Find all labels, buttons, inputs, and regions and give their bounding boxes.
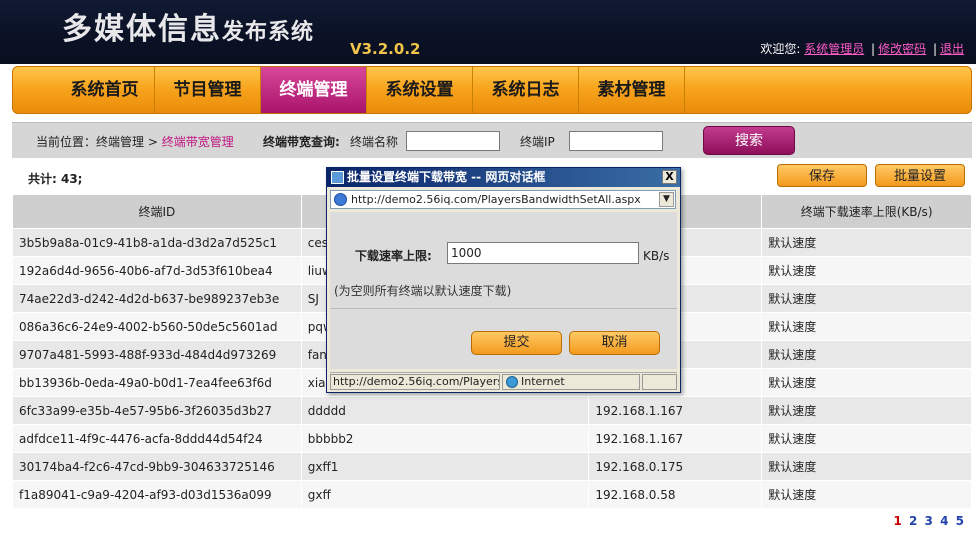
divider bbox=[330, 308, 677, 309]
table-row: 30174ba4-f2c6-47cd-9bb9-304633725146 gxf… bbox=[12, 452, 972, 481]
dialog-url: http://demo2.56iq.com/PlayersBandwidthSe… bbox=[351, 193, 641, 206]
cell-name: bbbbb2 bbox=[300, 424, 590, 453]
cell-id: f1a89041-c9a9-4204-af93-d03d1536a099 bbox=[12, 480, 302, 509]
app-logo-title: 多媒体信息发布系统 bbox=[62, 4, 314, 48]
dialog-title-bar[interactable]: 批量设置终端下载带宽 -- 网页对话框 X bbox=[327, 168, 680, 187]
cell-rate[interactable]: 默认速度 bbox=[761, 312, 972, 341]
cancel-button[interactable]: 取消 bbox=[569, 331, 660, 355]
dialog-address-bar[interactable]: http://demo2.56iq.com/PlayersBandwidthSe… bbox=[330, 190, 676, 209]
user-link[interactable]: 系统管理员 bbox=[804, 42, 864, 56]
query-label: 终端带宽查询: bbox=[263, 135, 340, 149]
cell-ip: 192.168.0.175 bbox=[588, 452, 763, 481]
cell-id: 74ae22d3-d242-4d2d-b637-be989237eb3e bbox=[12, 284, 302, 313]
globe-icon bbox=[506, 376, 518, 388]
ie-page-icon bbox=[334, 193, 347, 206]
dialog-body: 下载速率上限: 1000 KB/s (为空则所有终端以默认速度下载) 提交 取消 bbox=[330, 212, 677, 369]
cell-name: gxff bbox=[300, 480, 590, 509]
total-count: 共计: 43; bbox=[28, 172, 83, 186]
cell-ip: 192.168.1.167 bbox=[588, 396, 763, 425]
cell-rate[interactable]: 默认速度 bbox=[761, 284, 972, 313]
close-icon[interactable]: X bbox=[662, 170, 677, 184]
zone-label: Internet bbox=[521, 375, 565, 388]
cell-rate[interactable]: 默认速度 bbox=[761, 480, 972, 509]
rate-limit-input[interactable]: 1000 bbox=[447, 242, 639, 264]
col-terminal-id: 终端ID bbox=[12, 194, 302, 229]
search-button[interactable]: 搜索 bbox=[703, 126, 795, 155]
status-url: http://demo2.56iq.com/PlayersBar bbox=[330, 374, 500, 390]
nav-item-materials[interactable]: 素材管理 bbox=[579, 67, 685, 113]
main-nav: 系统首页 节目管理 终端管理 系统设置 系统日志 素材管理 bbox=[12, 66, 972, 114]
terminal-ip-label: 终端IP bbox=[520, 135, 555, 149]
status-empty-pane bbox=[642, 374, 677, 390]
cell-rate[interactable]: 默认速度 bbox=[761, 368, 972, 397]
cell-id: 192a6d4d-9656-40b6-af7d-3d53f610bea4 bbox=[12, 256, 302, 285]
page-link-2[interactable]: 2 bbox=[909, 514, 917, 528]
rate-limit-label: 下载速率上限: bbox=[355, 249, 432, 263]
breadcrumb: 当前位置：终端管理 > 终端带宽管理 bbox=[36, 133, 234, 150]
logo-title-main: 多媒体信息 bbox=[62, 12, 222, 47]
cell-id: bb13936b-0eda-49a0-b0d1-7ea4fee63f6d bbox=[12, 368, 302, 397]
page-link-1[interactable]: 1 bbox=[893, 514, 901, 528]
cell-rate[interactable]: 默认速度 bbox=[761, 228, 972, 257]
submit-button[interactable]: 提交 bbox=[471, 331, 562, 355]
table-row: 6fc33a99-e35b-4e57-95b6-3f26035d3b27 ddd… bbox=[12, 396, 972, 425]
cell-id: adfdce11-4f9c-4476-acfa-8ddd44d54f24 bbox=[12, 424, 302, 453]
logout-link[interactable]: 退出 bbox=[940, 42, 964, 56]
nav-item-terminals[interactable]: 终端管理 bbox=[261, 67, 367, 113]
app-version: V3.2.0.2 bbox=[350, 40, 421, 58]
nav-item-logs[interactable]: 系统日志 bbox=[473, 67, 579, 113]
cell-rate[interactable]: 默认速度 bbox=[761, 340, 972, 369]
dialog-title: 批量设置终端下载带宽 -- 网页对话框 bbox=[347, 170, 546, 184]
user-bar: 欢迎您: 系统管理员 | 修改密码 | 退出 bbox=[760, 40, 964, 57]
dialog-window-icon bbox=[331, 171, 344, 184]
rate-unit: KB/s bbox=[643, 249, 670, 263]
change-password-link[interactable]: 修改密码 bbox=[878, 42, 926, 56]
rate-hint: (为空则所有终端以默认速度下载) bbox=[334, 284, 512, 298]
col-download-rate: 终端下载速率上限(KB/s) bbox=[761, 194, 972, 229]
cell-id: 6fc33a99-e35b-4e57-95b6-3f26035d3b27 bbox=[12, 396, 302, 425]
search-bar: 当前位置：终端管理 > 终端带宽管理 终端带宽查询: 终端名称 终端IP 搜索 bbox=[12, 122, 972, 158]
terminal-ip-input[interactable] bbox=[569, 131, 663, 151]
nav-item-programs[interactable]: 节目管理 bbox=[155, 67, 261, 113]
dialog-status-bar: http://demo2.56iq.com/PlayersBar Interne… bbox=[330, 372, 677, 390]
cell-name: ddddd bbox=[300, 396, 590, 425]
terminal-name-input[interactable] bbox=[406, 131, 500, 151]
separator: | bbox=[871, 42, 876, 56]
cell-id: 086a36c6-24e9-4002-b560-50de5c5601ad bbox=[12, 312, 302, 341]
separator: | bbox=[932, 42, 937, 56]
pagination: 1 2 3 4 5 bbox=[890, 514, 964, 528]
page-link-3[interactable]: 3 bbox=[925, 514, 933, 528]
app-header: 多媒体信息发布系统 V3.2.0.2 欢迎您: 系统管理员 | 修改密码 | 退出 bbox=[0, 0, 976, 64]
cell-rate[interactable]: 默认速度 bbox=[761, 452, 972, 481]
cell-ip: 192.168.0.58 bbox=[588, 480, 763, 509]
cell-rate[interactable]: 默认速度 bbox=[761, 424, 972, 453]
breadcrumb-prefix: 当前位置：终端管理 > bbox=[36, 135, 162, 149]
cell-rate[interactable]: 默认速度 bbox=[761, 396, 972, 425]
cell-name: gxff1 bbox=[300, 452, 590, 481]
table-row: adfdce11-4f9c-4476-acfa-8ddd44d54f24 bbb… bbox=[12, 424, 972, 453]
logo-title-small: 发布系统 bbox=[222, 20, 315, 45]
nav-item-settings[interactable]: 系统设置 bbox=[367, 67, 473, 113]
welcome-text: 欢迎您: bbox=[760, 42, 805, 56]
cell-id: 3b5b9a8a-01c9-41b8-a1da-d3d2a7d525c1 bbox=[12, 228, 302, 257]
page-link-5[interactable]: 5 bbox=[956, 514, 964, 528]
page-link-4[interactable]: 4 bbox=[940, 514, 948, 528]
security-zone: Internet bbox=[502, 374, 640, 390]
batch-set-button[interactable]: 批量设置 bbox=[875, 164, 965, 187]
cell-id: 9707a481-5993-488f-933d-484d4d973269 bbox=[12, 340, 302, 369]
batch-bandwidth-dialog: 批量设置终端下载带宽 -- 网页对话框 X http://demo2.56iq.… bbox=[326, 167, 681, 393]
chevron-down-icon[interactable]: ▼ bbox=[659, 192, 674, 207]
breadcrumb-current[interactable]: 终端带宽管理 bbox=[162, 135, 234, 149]
cell-id: 30174ba4-f2c6-47cd-9bb9-304633725146 bbox=[12, 452, 302, 481]
cell-ip: 192.168.1.167 bbox=[588, 424, 763, 453]
table-row: f1a89041-c9a9-4204-af93-d03d1536a099 gxf… bbox=[12, 480, 972, 509]
save-button[interactable]: 保存 bbox=[777, 164, 867, 187]
cell-rate[interactable]: 默认速度 bbox=[761, 256, 972, 285]
nav-item-home[interactable]: 系统首页 bbox=[55, 67, 155, 113]
terminal-name-label: 终端名称 bbox=[350, 135, 399, 149]
